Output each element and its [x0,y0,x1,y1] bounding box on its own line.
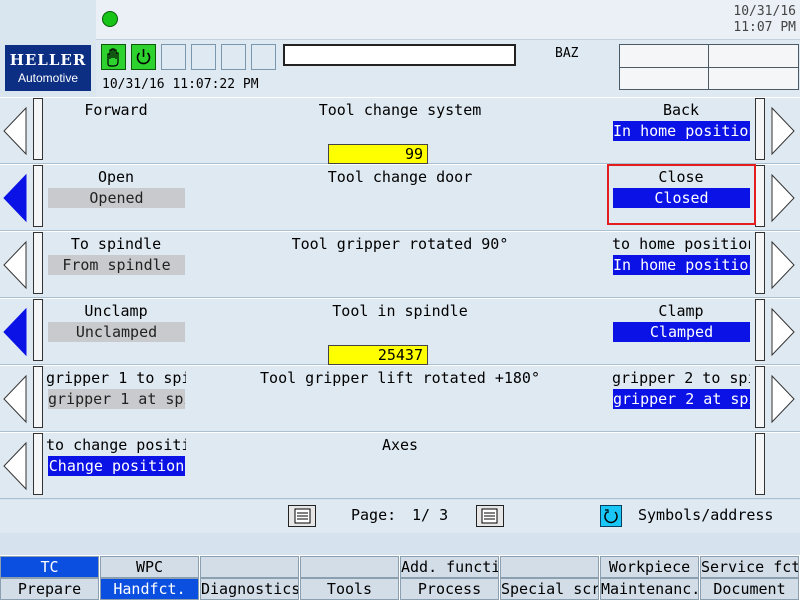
status-grid [619,44,799,90]
right-arrow-icon[interactable] [770,374,796,424]
row-divider [33,299,43,361]
right-action-label[interactable]: to home position [612,234,750,254]
row-divider [33,366,43,428]
heller-logo: HELLER Automotive [5,45,91,91]
left-status: Change position [48,456,185,476]
function-row: Unclamp Unclamped Tool in spindle 25437 Clam… [0,298,800,365]
row-divider [755,165,765,227]
softkey-top-2[interactable] [200,556,299,578]
page-next-icon[interactable] [476,505,504,527]
row-title: Tool gripper lift rotated +180° [260,369,540,387]
page-prev-icon[interactable] [288,505,316,527]
left-status: gripper 1 at spindle [48,389,185,409]
right-arrow-icon[interactable] [770,307,796,357]
hand-icon[interactable] [101,44,126,70]
function-row: To spindle From spindle Tool gripper rotat… [0,231,800,298]
page-number: 1/ 3 [412,506,449,524]
softkey-top-6[interactable]: Workpiece [600,556,699,578]
softkey-bottom-5[interactable]: Special scre [500,578,599,600]
selection-highlight [607,164,756,225]
current-datetime: 10/31/16 11:07:22 PM [102,77,259,92]
clock-time: 11:07 PM [733,20,796,35]
softkey-bottom-3[interactable]: Tools [300,578,399,600]
left-action-label[interactable]: Unclamp [46,301,186,321]
status-slot-2 [191,44,216,70]
left-status: From spindle [48,255,185,275]
softkey-top-0[interactable]: TC [0,556,99,578]
left-status: Unclamped [48,322,185,342]
function-row: to change positionChange position Axes [0,432,800,499]
right-arrow-icon[interactable] [770,240,796,290]
right-arrow-icon[interactable] [770,173,796,223]
status-slot-4 [251,44,276,70]
left-arrow-icon[interactable] [2,240,28,290]
function-row: Forward Tool change system 99 Back In home p… [0,97,800,164]
left-action-label[interactable]: Open [46,167,186,187]
row-divider [33,165,43,227]
page-label: Page: [351,506,397,524]
softkey-top-4[interactable]: Add. function [400,556,499,578]
left-action-label[interactable]: To spindle [46,234,186,254]
brand-name: HELLER [9,51,87,69]
status-slot-1 [161,44,186,70]
softkey-top-5[interactable] [500,556,599,578]
function-row: Open Opened Tool change door Close Closed [0,164,800,231]
logo-area: HELLER Automotive [0,0,96,97]
right-action-label[interactable]: gripper 2 to spindle [612,368,750,388]
right-status: In home position [613,255,750,275]
right-status: Clamped [613,322,750,342]
softkey-top-7[interactable]: Service fct. [700,556,799,578]
right-action-label[interactable]: Clamp [612,301,750,321]
row-divider [755,232,765,294]
status-ok-icon [102,11,118,27]
clock: 10/31/16 11:07 PM [733,4,796,36]
softkey-bottom-4[interactable]: Process [400,578,499,600]
left-arrow-icon[interactable] [2,374,28,424]
right-action-label[interactable]: Back [612,100,750,120]
softkey-bottom-6[interactable]: Maintenanc. [600,578,699,600]
left-arrow-icon[interactable] [2,106,28,156]
left-action-label[interactable]: to change position [46,435,186,455]
left-arrow-icon[interactable] [2,307,28,357]
brand-sub: Automotive [17,71,79,85]
right-status: In home position [613,121,750,141]
right-status: gripper 2 at spindle [613,389,750,409]
row-divider [755,299,765,361]
row-divider [755,366,765,428]
status-slot-3 [221,44,246,70]
clock-date: 10/31/16 [733,4,796,19]
status-bar [96,0,800,40]
row-title: Axes [381,436,419,454]
function-row: gripper 1 to spindlegripper 1 at spindle… [0,365,800,432]
row-title: Tool in spindle [332,302,468,320]
symbols-label: Symbols/address [638,506,774,524]
row-divider [755,98,765,160]
left-action-label[interactable]: Forward [46,100,186,120]
left-arrow-icon[interactable] [2,441,28,491]
row-divider [33,433,43,495]
row-divider [33,232,43,294]
row-title: Tool change system [318,101,482,119]
row-divider [755,433,765,495]
left-arrow-icon[interactable] [2,173,28,223]
left-status: Opened [48,188,185,208]
value-field: 25437 [328,345,428,365]
softkey-bottom-0[interactable]: Prepare [0,578,99,600]
row-title: Tool change door [327,168,473,186]
symbols-toggle-icon[interactable] [600,505,622,527]
left-action-label[interactable]: gripper 1 to spindle [46,368,186,388]
softkey-bottom-2[interactable]: Diagnostics [200,578,299,600]
right-arrow-icon[interactable] [770,106,796,156]
row-divider [33,98,43,160]
power-icon[interactable] [131,44,156,70]
row-title: Tool gripper rotated 90° [291,235,509,253]
softkey-bottom-7[interactable]: Document [700,578,799,600]
softkey-bottom-1[interactable]: Handfct. [100,578,199,600]
softkey-top-1[interactable]: WPC [100,556,199,578]
message-field [283,44,516,66]
softkey-top-3[interactable] [300,556,399,578]
channel-label: BAZ [555,46,579,61]
value-field: 99 [328,144,428,164]
